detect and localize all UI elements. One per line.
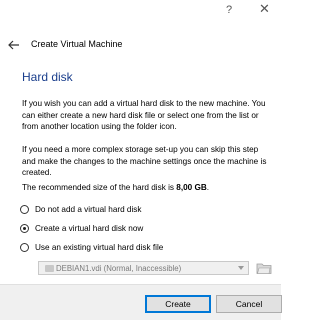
radio-no-hard-disk[interactable]: Do not add a virtual hard disk bbox=[20, 205, 142, 214]
recommended-size-suffix: . bbox=[206, 183, 210, 192]
close-icon[interactable]: ✕ bbox=[259, 1, 270, 17]
existing-disk-select[interactable]: DEBIAN1.vdi (Normal, Inaccessible) bbox=[38, 261, 249, 275]
help-icon[interactable]: ? bbox=[226, 4, 232, 16]
radio-label: Use an existing virtual hard disk file bbox=[35, 243, 164, 252]
button-bar: Create Cancel bbox=[0, 284, 282, 320]
page-title: Hard disk bbox=[22, 70, 73, 84]
radio-button[interactable] bbox=[20, 205, 29, 214]
recommended-size-label: The recommended size of the hard disk is bbox=[22, 183, 177, 192]
radio-use-existing-disk[interactable]: Use an existing virtual hard disk file bbox=[20, 243, 163, 252]
description-text: If you wish you can add a virtual hard d… bbox=[22, 99, 266, 131]
wizard-window: ? ✕ Create Virtual Machine Hard disk If … bbox=[0, 0, 282, 320]
radio-button-checked[interactable] bbox=[20, 224, 29, 233]
wizard-header-title: Create Virtual Machine bbox=[31, 39, 123, 49]
radio-create-hard-disk[interactable]: Create a virtual hard disk now bbox=[20, 224, 143, 233]
create-button[interactable]: Create bbox=[145, 295, 211, 313]
radio-label: Do not add a virtual hard disk bbox=[35, 205, 142, 214]
recommended-size-text: The recommended size of the hard disk is… bbox=[22, 183, 209, 192]
radio-button[interactable] bbox=[20, 243, 29, 252]
recommended-size-value: 8,00 GB bbox=[176, 183, 207, 192]
disk-icon bbox=[45, 264, 54, 272]
chevron-down-icon bbox=[238, 266, 244, 270]
existing-disk-value: DEBIAN1.vdi (Normal, Inaccessible) bbox=[56, 263, 182, 273]
description-text-advanced: If you need a more complex storage set-u… bbox=[22, 145, 267, 177]
radio-label: Create a virtual hard disk now bbox=[35, 224, 144, 233]
folder-icon[interactable] bbox=[256, 261, 272, 275]
cancel-button[interactable]: Cancel bbox=[216, 295, 282, 313]
back-arrow-icon[interactable] bbox=[8, 40, 20, 50]
